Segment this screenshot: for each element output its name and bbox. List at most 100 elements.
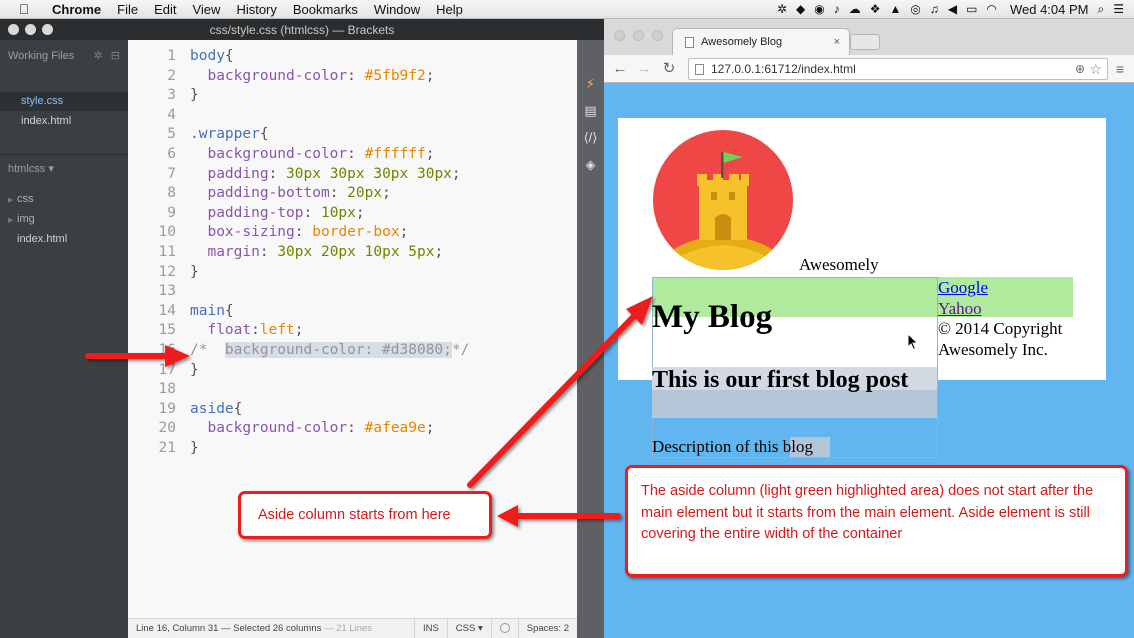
menu-view[interactable]: View — [184, 0, 228, 19]
split-view-icon[interactable]: ⊟ — [111, 49, 120, 62]
code-line[interactable]: 12} — [128, 263, 199, 283]
layers-icon[interactable]: ◈ — [582, 156, 599, 173]
code-token: ; — [425, 67, 435, 84]
code-token: ; — [399, 224, 409, 241]
code-line[interactable]: 20 background-color: #afea9e; — [128, 419, 435, 439]
tree-folder-css[interactable]: ▶ css — [8, 190, 34, 208]
project-dropdown[interactable]: htmlcss ▾ — [8, 162, 54, 175]
code-token: padding-top — [207, 204, 304, 221]
code-token: */ — [451, 342, 470, 358]
minimize-window-button[interactable] — [633, 30, 644, 41]
gear-icon[interactable]: ✲ — [777, 2, 787, 16]
code-line[interactable]: 5 .wrapper{ — [128, 125, 268, 145]
code-line[interactable]: 8 padding-bottom: 20px; — [128, 184, 391, 204]
code-token: aside — [190, 400, 234, 417]
zoom-icon[interactable]: ⊕ — [1075, 59, 1085, 79]
code-line[interactable]: 15 float:left; — [128, 321, 304, 341]
code-token: 10px — [320, 204, 356, 221]
minimize-window-button[interactable] — [25, 24, 36, 35]
code-line[interactable]: 9 padding-top: 10px; — [128, 204, 364, 224]
notification-center-icon[interactable]: ☰ — [1113, 2, 1124, 16]
spotlight-search-icon[interactable]: ⌕ — [1098, 2, 1105, 17]
code-line[interactable]: 1 body{ — [128, 47, 233, 67]
code-line[interactable]: 7 padding: 30px 30px 30px 30px; — [128, 165, 460, 185]
battery-icon[interactable]: ▭ — [966, 2, 977, 16]
menu-file[interactable]: File — [109, 0, 146, 19]
menu-history[interactable]: History — [228, 0, 284, 19]
menu-help[interactable]: Help — [428, 0, 471, 19]
code-line[interactable]: 21} — [128, 439, 199, 459]
code-token: padding-bottom — [207, 185, 330, 202]
working-file-style-css[interactable]: style.css — [0, 92, 128, 111]
tree-folder-img[interactable]: ▶ img — [8, 210, 35, 228]
code-hints-icon[interactable]: ⟨/⟩ — [582, 129, 599, 146]
menu-bar:  Chrome File Edit View History Bookmark… — [0, 0, 1134, 19]
link-google[interactable]: Google — [938, 278, 1078, 299]
line-number: 21 — [158, 440, 176, 456]
wifi-icon[interactable]: ◠ — [986, 2, 996, 16]
tree-file-index-html[interactable]: index.html — [17, 230, 67, 248]
code-line[interactable]: 6 background-color: #ffffff; — [128, 145, 434, 165]
aside-content: Google Yahoo © 2014 Copyright Awesomely … — [938, 278, 1078, 360]
cursor-position: Line 16, Column 31 — Selected 26 columns… — [128, 623, 414, 634]
menu-app-chrome[interactable]: Chrome — [44, 0, 109, 19]
notification-icon[interactable]: ♫ — [930, 2, 939, 16]
line-number: 7 — [167, 165, 176, 182]
bookmark-star-icon[interactable]: ☆ — [1089, 59, 1102, 79]
evernote-icon[interactable]: ◆ — [796, 2, 805, 16]
close-tab-icon[interactable]: × — [834, 36, 840, 48]
cloud-icon[interactable]: ☁ — [849, 2, 861, 16]
code-token: ; — [425, 420, 435, 437]
forward-icon[interactable]: → — [634, 59, 654, 79]
menu-bookmarks[interactable]: Bookmarks — [285, 0, 366, 19]
code-line[interactable]: 3} — [128, 86, 198, 106]
creative-cloud-icon[interactable]: ◎ — [910, 2, 920, 16]
browser-tab-awesomely-blog[interactable]: Awesomely Blog × — [672, 28, 850, 55]
menu-edit[interactable]: Edit — [146, 0, 184, 19]
link-yahoo[interactable]: Yahoo — [938, 299, 1078, 320]
drive-icon[interactable]: ▲ — [890, 2, 902, 16]
bell-icon[interactable]: ♪ — [834, 2, 840, 16]
reload-icon[interactable]: ↻ — [659, 59, 679, 79]
gear-icon[interactable]: ✲ — [94, 49, 103, 62]
chrome-menu-icon[interactable]: ≡ — [1112, 59, 1128, 79]
record-icon[interactable]: ◉ — [814, 2, 824, 16]
close-window-button[interactable] — [614, 30, 625, 41]
code-line[interactable]: 16 /* background-color: #d38080;*/ — [128, 341, 469, 361]
code-token: 30px 20px 10px 5px — [277, 244, 435, 260]
code-line[interactable]: 18 — [128, 380, 190, 400]
zoom-window-button[interactable] — [42, 24, 53, 35]
code-token: background-color — [207, 146, 348, 162]
volume-icon[interactable]: ◀ — [948, 2, 957, 16]
apple-menu-icon[interactable]:  — [16, 1, 32, 17]
language-select[interactable]: CSS ▾ — [446, 618, 491, 638]
extension-manager-icon[interactable]: ▤ — [582, 102, 599, 119]
dropbox-icon[interactable]: ❖ — [870, 2, 881, 16]
line-number: 15 — [158, 322, 176, 339]
address-bar[interactable]: 127.0.0.1:61712/index.html ⊕ ☆ — [688, 58, 1108, 80]
working-file-index-html[interactable]: index.html — [0, 112, 128, 131]
code-line[interactable]: 10 box-sizing: border-box; — [128, 223, 409, 243]
close-window-button[interactable] — [8, 24, 19, 35]
linter-circle-icon — [499, 622, 510, 633]
code-line[interactable]: 11 margin: 30px 20px 10px 5px; — [128, 243, 444, 263]
code-line[interactable]: 14 main{ — [128, 302, 234, 322]
code-line[interactable]: 19 aside{ — [128, 400, 243, 420]
line-number: 13 — [158, 283, 176, 300]
code-line[interactable]: 2 background-color: #5fb9f2; — [128, 67, 434, 87]
code-token: ; — [294, 322, 304, 339]
menu-window[interactable]: Window — [366, 0, 428, 19]
code-token: } — [190, 263, 199, 280]
code-line[interactable]: 13 — [128, 282, 190, 302]
code-line[interactable]: 17} — [128, 361, 199, 381]
live-preview-icon[interactable]: ⚡ — [582, 75, 599, 92]
indent-setting[interactable]: Spaces: 2 — [517, 618, 577, 638]
linter-status[interactable] — [490, 618, 518, 638]
new-tab-button[interactable] — [850, 34, 880, 50]
back-icon[interactable]: ← — [610, 59, 630, 79]
menubar-clock[interactable]: Wed 4:04 PM — [1010, 2, 1089, 17]
zoom-window-button[interactable] — [652, 30, 663, 41]
code-line[interactable]: 4 — [128, 106, 190, 126]
code-token: : — [251, 322, 260, 339]
insert-mode-toggle[interactable]: INS — [413, 618, 447, 638]
